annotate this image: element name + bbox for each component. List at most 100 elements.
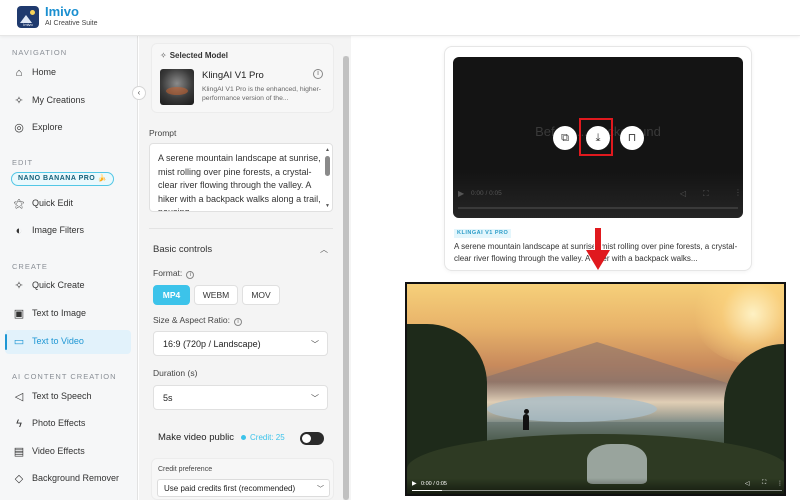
nano-banana-pro-badge[interactable]: NANO BANANA PRO 🍌 — [11, 172, 114, 186]
more-options-icon[interactable]: ⋮ — [777, 480, 783, 487]
video-icon: ▭ — [13, 336, 25, 348]
sidebar-item-label: Video Effects — [32, 446, 85, 456]
section-edit: EDIT — [12, 158, 34, 167]
sidebar-item-quick-create[interactable]: ✧ Quick Create — [5, 274, 131, 298]
sidebar-item-label: My Creations — [32, 95, 86, 105]
sidebar-item-image-filters[interactable]: ◐ Image Filters — [5, 219, 131, 243]
fullscreen-icon[interactable]: ⛶ — [703, 189, 709, 199]
selected-model-card[interactable]: ✧ Selected Model KlingAI V1 Pro i KlingAI… — [151, 43, 334, 113]
volume-icon[interactable]: ◁ — [680, 189, 686, 198]
compass-icon: ◎ — [14, 122, 24, 134]
info-icon[interactable]: i — [234, 318, 243, 326]
make-public-toggle[interactable] — [300, 432, 324, 445]
credit-preference-value: Use paid credits first (recommended) — [164, 484, 296, 493]
sidebar-item-video-effects[interactable]: ▤ Video Effects — [5, 440, 131, 464]
sparkles-icon: ✧ — [14, 95, 24, 107]
eraser-icon: ◇ — [14, 473, 24, 485]
info-icon[interactable]: i — [313, 69, 323, 79]
speaker-icon: ◁ — [14, 391, 24, 403]
size-aspect-select[interactable]: 16:9 (720p / Landscape) ﹀ — [153, 331, 328, 356]
arrow-down-icon — [586, 250, 610, 270]
credit-text: Credit: 25 — [250, 433, 285, 442]
sidebar-item-label: Image Filters — [32, 225, 85, 235]
video-progress-fill — [412, 490, 442, 491]
sidebar-item-my-creations[interactable]: ✧ My Creations — [5, 89, 131, 113]
sidebar-item-explore[interactable]: ◎ Explore — [5, 116, 131, 140]
sidebar-item-text-to-video[interactable]: ▭ Text to Video — [5, 330, 131, 354]
credit-dot — [241, 435, 246, 440]
model-description: KlingAI V1 Pro is the enhanced, higher-p… — [202, 86, 322, 102]
sidebar-collapse-button[interactable]: ‹ — [132, 86, 146, 100]
section-create: CREATE — [12, 262, 48, 271]
annotation-arrow-shaft — [594, 228, 602, 252]
play-icon[interactable]: ▶ — [458, 189, 464, 198]
sidebar-item-text-to-image[interactable]: ▣ Text to Image — [5, 302, 131, 326]
basic-controls-title[interactable]: Basic controls — [153, 244, 212, 255]
volume-icon[interactable]: ◁ — [745, 480, 750, 487]
credit-preference-label: Credit preference — [158, 466, 213, 473]
sidebar-item-label: Text to Image — [32, 308, 87, 318]
scroll-up-icon: ▲ — [325, 147, 330, 153]
model-name: KlingAI V1 Pro — [202, 70, 264, 81]
prompt-label: Prompt — [149, 128, 177, 138]
copy-button[interactable]: ⧉ — [553, 126, 577, 150]
logo-text: Imivo — [23, 22, 33, 27]
result-model-tag: KLINGAI V1 PRO — [454, 229, 512, 238]
sidebar-item-text-to-speech[interactable]: ◁ Text to Speech — [5, 385, 131, 409]
panel-scrollbar[interactable] — [343, 56, 349, 500]
home-icon: ⌂ — [15, 67, 23, 79]
sidebar-item-background-remover[interactable]: ◇ Background Remover — [5, 467, 131, 491]
duration-select[interactable]: 5s ﹀ — [153, 385, 328, 410]
film-icon: ▤ — [13, 446, 25, 458]
sparkles-icon: ✧ — [14, 280, 24, 292]
chevron-up-icon[interactable]: ︿ — [320, 244, 328, 255]
prompt-textarea[interactable]: A serene mountain landscape at sunrise, … — [149, 143, 333, 212]
format-label: Format: i — [153, 268, 195, 279]
magic-wand-icon: ⚝ — [13, 198, 25, 210]
chevron-down-icon: ﹀ — [311, 394, 319, 403]
prompt-text: A serene mountain landscape at sunrise, … — [158, 153, 321, 212]
app-header: Imivo Imivo AI Creative Suite — [0, 0, 800, 36]
format-mp4-button[interactable]: MP4 — [153, 285, 190, 305]
video-time: 0:00 / 0:05 — [421, 481, 447, 487]
lock-icon: ⊓ — [627, 132, 637, 144]
sidebar-item-quick-edit[interactable]: ⚝ Quick Edit — [5, 192, 131, 216]
lock-button[interactable]: ⊓ — [620, 126, 644, 150]
duration-value: 5s — [163, 393, 173, 403]
format-mov-button[interactable]: MOV — [242, 285, 280, 305]
video-progress-bar[interactable] — [412, 490, 782, 491]
video-time: 0:00 / 0:05 — [471, 190, 502, 197]
format-webm-button[interactable]: WEBM — [194, 285, 238, 305]
section-ai-content-creation: AI CONTENT CREATION — [12, 372, 117, 381]
size-aspect-label: Size & Aspect Ratio: i — [153, 315, 243, 326]
sidebar-item-label: Photo Effects — [32, 418, 86, 428]
credit-preference-card: Credit preference Use paid credits first… — [151, 458, 334, 500]
scroll-down-icon: ▼ — [325, 203, 330, 209]
play-icon[interactable]: ▶ — [412, 480, 417, 487]
info-icon[interactable]: i — [186, 271, 195, 279]
sparkles-icon: ✧ — [160, 51, 167, 60]
sidebar-item-home[interactable]: ⌂ Home — [5, 61, 131, 85]
credit-preference-select[interactable]: Use paid credits first (recommended) ﹀ — [157, 479, 330, 497]
sidebar-item-label: Explore — [32, 122, 63, 132]
divider — [149, 228, 333, 229]
duration-label: Duration (s) — [153, 368, 198, 378]
prompt-scrollbar[interactable]: ▲ ▼ — [325, 147, 330, 209]
chevron-left-icon: ‹ — [137, 88, 141, 97]
sidebar: NAVIGATION ⌂ Home ✧ My Creations ◎ Explo… — [0, 36, 138, 500]
fullscreen-icon[interactable]: ⛶ — [762, 480, 766, 487]
sidebar-item-label: Quick Create — [32, 280, 85, 290]
lightning-icon: ϟ — [16, 418, 22, 430]
sidebar-item-label: Background Remover — [32, 473, 120, 483]
sidebar-item-photo-effects[interactable]: ϟ Photo Effects — [5, 412, 131, 436]
generated-video-preview[interactable]: ▶ 0:00 / 0:05 ◁ ⛶ ⋮ — [405, 282, 786, 496]
video-progress-bar[interactable] — [458, 207, 738, 209]
brand-name[interactable]: Imivo — [45, 4, 79, 19]
app-logo[interactable]: Imivo — [17, 6, 39, 28]
selected-model-label: Selected Model — [169, 51, 228, 60]
model-thumbnail — [160, 69, 194, 105]
more-options-icon[interactable]: ⋮ — [734, 188, 742, 197]
chevron-down-icon: ﹀ — [311, 340, 319, 349]
selected-model-heading: ✧ Selected Model — [160, 51, 228, 60]
palette-icon: ◐ — [15, 225, 23, 237]
